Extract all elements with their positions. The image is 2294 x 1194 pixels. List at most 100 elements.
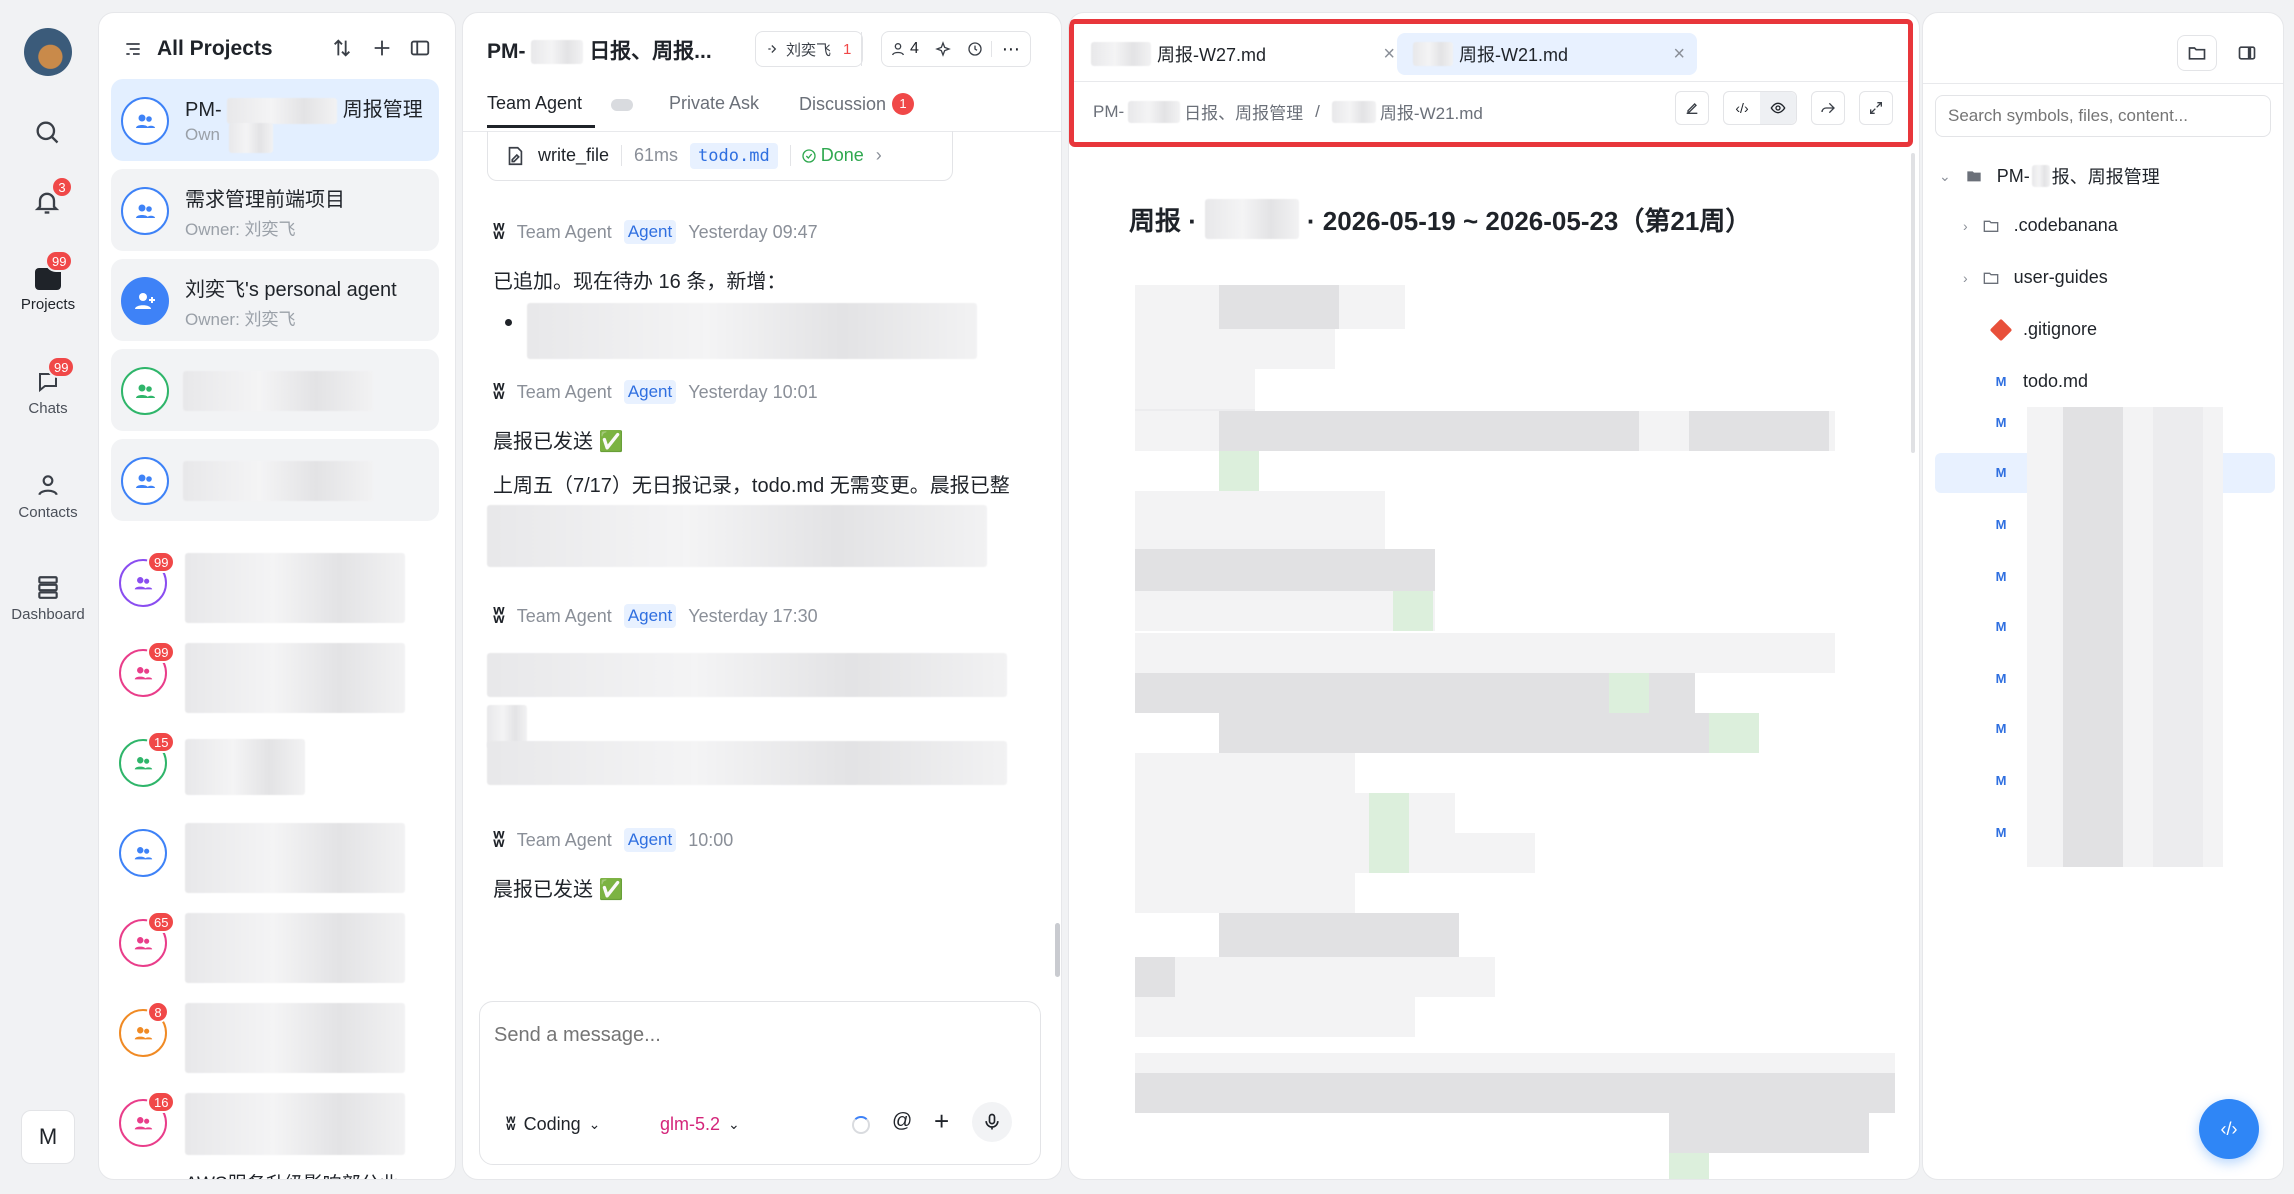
file-search-input[interactable] xyxy=(1935,95,2271,137)
add-project-icon[interactable] xyxy=(371,37,393,59)
code-view-button[interactable]: ‹/› xyxy=(1724,92,1760,124)
sort-icon[interactable] xyxy=(331,37,353,59)
active-user-chip[interactable]: 刘奕飞 1 xyxy=(756,32,863,66)
chats-label: Chats xyxy=(28,400,68,417)
notifications-icon[interactable]: 3 xyxy=(33,176,73,216)
tree-root[interactable]: ⌄ PM- 报、周报管理 xyxy=(1939,163,2160,189)
more-button[interactable]: ⋯ xyxy=(992,39,1030,59)
preview-button[interactable] xyxy=(1760,92,1796,124)
tab-label: 周报-W21.md xyxy=(1459,45,1569,65)
breadcrumb-file[interactable]: 周报-W21.md xyxy=(1380,99,1483,124)
editor-tab[interactable]: 周报-W27.md × xyxy=(1091,33,1403,75)
sidebar-toggle-icon[interactable] xyxy=(409,37,431,59)
list-filter-icon[interactable] xyxy=(123,39,143,59)
close-icon[interactable]: × xyxy=(1383,43,1395,66)
message-text: 晨报已发送 ✅ xyxy=(493,879,624,901)
project-item-active[interactable]: PM- 周报管理 Own xyxy=(111,79,439,161)
redacted-pixel-block xyxy=(1135,329,1335,369)
share-button[interactable] xyxy=(1811,91,1845,125)
expand-button[interactable] xyxy=(1859,91,1893,125)
dashboard-label: Dashboard xyxy=(11,606,85,623)
members-button[interactable]: 4 xyxy=(882,40,927,58)
bullet xyxy=(505,319,512,326)
nav-dashboard[interactable]: Dashboard xyxy=(0,574,96,623)
panel-toggle-button[interactable] xyxy=(2227,35,2267,71)
user-avatar[interactable] xyxy=(24,28,72,76)
projects-title: All Projects xyxy=(157,37,273,60)
agent-logo-icon: ʬ xyxy=(493,827,505,852)
tab-private-ask[interactable]: Private Ask xyxy=(669,93,759,114)
more-icon: ⋯ xyxy=(1001,39,1020,59)
project-name: 需求管理前端项目 xyxy=(185,189,345,211)
redacted-pixel-block xyxy=(1709,713,1759,753)
members-count: 4 xyxy=(910,40,919,57)
redacted-pixel-block xyxy=(1135,833,1535,873)
code-fab-button[interactable]: ‹/› xyxy=(2199,1099,2259,1159)
tree-file[interactable]: .gitignore xyxy=(1989,318,2097,341)
project-item[interactable]: 需求管理前端项目 Owner: 刘奕飞 xyxy=(111,169,439,251)
history-button[interactable] xyxy=(959,41,992,57)
project-avatar[interactable] xyxy=(119,829,167,877)
message-meta: ʬ Team Agent Agent Yesterday 09:47 xyxy=(493,219,818,245)
projects-label: Projects xyxy=(20,296,76,313)
breadcrumb-separator: / xyxy=(1315,101,1320,121)
scrollbar[interactable] xyxy=(1055,923,1060,977)
user-menu-button[interactable]: M xyxy=(21,1110,75,1164)
project-item[interactable] xyxy=(111,349,439,431)
nav-projects[interactable]: 99 Projects xyxy=(0,250,96,313)
project-avatar[interactable]: 8 xyxy=(119,1001,169,1057)
toggle-switch[interactable] xyxy=(611,99,633,111)
tree-item-label: .codebanana xyxy=(2013,215,2118,235)
message-time: Yesterday 17:30 xyxy=(688,605,818,626)
redacted-text xyxy=(185,1003,405,1073)
close-icon[interactable]: × xyxy=(1673,43,1685,66)
folder-open-button[interactable] xyxy=(2177,35,2217,71)
search-icon[interactable] xyxy=(33,118,61,146)
sparkle-icon xyxy=(935,41,951,57)
agent-tag: Agent xyxy=(623,604,677,628)
model-select[interactable]: glm-5.2 ⌄ xyxy=(660,1114,740,1135)
voice-button[interactable] xyxy=(972,1102,1012,1142)
editor-scrollbar[interactable] xyxy=(1911,153,1915,453)
add-attachment-button[interactable]: + xyxy=(934,1106,949,1137)
editor-tab-active[interactable]: 周报-W21.md × xyxy=(1397,33,1697,75)
sparkle-button[interactable] xyxy=(927,41,959,57)
tool-status: Done xyxy=(789,145,864,166)
mode-select[interactable]: ʬ Coding ⌄ xyxy=(506,1114,600,1135)
redacted-pixel-block xyxy=(1369,793,1409,833)
tree-file[interactable]: M todo.md xyxy=(1993,371,2088,392)
redacted-pixel-block xyxy=(1135,753,1355,793)
tab-team-agent[interactable]: Team Agent xyxy=(487,93,582,114)
tree-folder[interactable]: › user-guides xyxy=(1963,267,2108,288)
mention-button[interactable]: @ xyxy=(892,1110,912,1133)
breadcrumb-root[interactable]: PM- xyxy=(1093,102,1124,122)
project-avatar[interactable]: 99 xyxy=(119,641,176,697)
redacted-text xyxy=(1204,199,1299,239)
nav-contacts[interactable]: Contacts xyxy=(0,472,96,521)
agent-tag: Agent xyxy=(623,380,677,404)
project-item[interactable] xyxy=(111,439,439,521)
tool-call-card[interactable]: write_file 61ms todo.md Done › xyxy=(487,131,953,181)
tree-folder[interactable]: › .codebanana xyxy=(1963,215,2118,236)
project-avatar[interactable]: 16 xyxy=(119,1091,176,1147)
message-input[interactable] xyxy=(494,1024,1014,1047)
tab-discussion[interactable]: Discussion 1 xyxy=(799,93,915,115)
redacted-pixel-block xyxy=(1135,549,1435,593)
redacted-pixel-block xyxy=(1135,633,1835,673)
edit-button[interactable] xyxy=(1675,91,1709,125)
project-avatar[interactable]: 15 xyxy=(119,731,176,787)
message-composer: ʬ Coding ⌄ glm-5.2 ⌄ @ + xyxy=(479,1001,1041,1165)
projects-badge: 99 xyxy=(45,250,74,272)
project-item[interactable]: 刘奕飞's personal agent Owner: 刘奕飞 xyxy=(111,259,439,341)
redacted-pixel-block xyxy=(1369,833,1409,873)
nav-chats[interactable]: 99 Chats xyxy=(0,356,96,417)
git-icon xyxy=(1989,318,2013,341)
notifications-badge: 3 xyxy=(51,176,73,198)
doc-title-suffix: · 2026-05-19 ~ 2026-05-23（第21周） xyxy=(1306,205,1752,236)
redacted-text xyxy=(487,741,1007,785)
chat-panel: PM- 日报、周报... 刘奕飞 1 4 ⋯ Team Agent Privat… xyxy=(462,12,1062,1180)
redacted-pixel-block xyxy=(1135,957,1495,997)
breadcrumb-root-suffix[interactable]: 日报、周报管理 xyxy=(1184,99,1303,124)
project-avatar[interactable]: 65 xyxy=(119,911,176,967)
project-avatar[interactable]: 99 xyxy=(119,551,176,607)
